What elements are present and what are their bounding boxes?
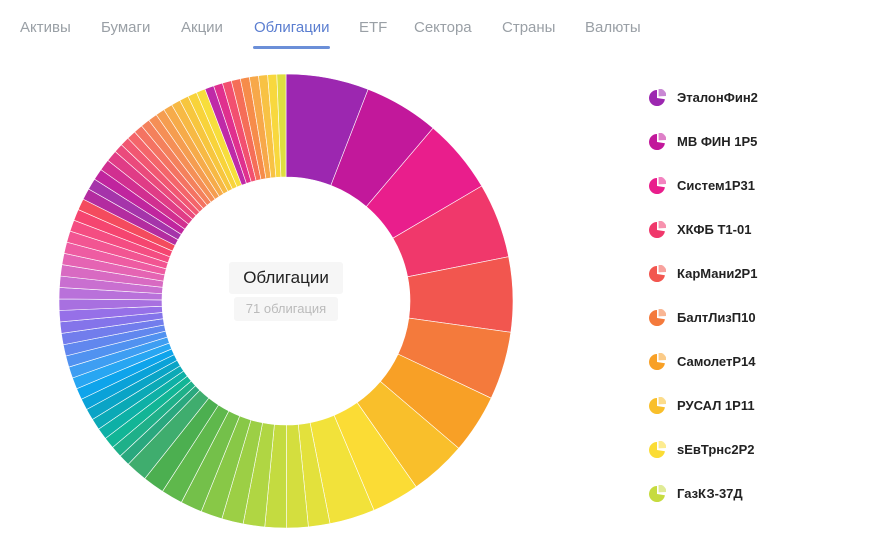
legend-label: sЕвТрнс2Р2: [677, 442, 755, 457]
pie-chart-icon: [649, 397, 666, 414]
legend-label: ГазКЗ-37Д: [677, 486, 743, 501]
pie-chart-icon: [649, 309, 666, 326]
legend-item[interactable]: ЭталонФин2: [648, 88, 868, 108]
chart-center-subtitle: 71 облигация: [234, 297, 338, 321]
legend-item[interactable]: ХКФБ Т1-01: [648, 220, 868, 240]
legend-label: ЭталонФин2: [677, 90, 758, 105]
legend-label: ХКФБ Т1-01: [677, 222, 752, 237]
legend-item[interactable]: БалтЛизП10: [648, 308, 868, 328]
legend-item[interactable]: РУСАЛ 1Р11: [648, 396, 868, 416]
legend-item[interactable]: ГазКЗ-37Д: [648, 484, 868, 504]
legend-item[interactable]: МВ ФИН 1Р5: [648, 132, 868, 152]
chart-center-title: Облигации: [229, 262, 343, 294]
pie-chart-icon: [649, 221, 666, 238]
legend-item[interactable]: СамолетР14: [648, 352, 868, 372]
legend-label: БалтЛизП10: [677, 310, 756, 325]
pie-chart-icon: [649, 177, 666, 194]
pie-chart-icon: [649, 89, 666, 106]
pie-chart-icon: [649, 133, 666, 150]
legend-label: КарМани2Р1: [677, 266, 758, 281]
pie-chart-icon: [649, 265, 666, 282]
legend-label: МВ ФИН 1Р5: [677, 134, 758, 149]
pie-chart-icon: [649, 485, 666, 502]
legend-label: Систем1Р31: [677, 178, 756, 193]
legend-item[interactable]: sЕвТрнс2Р2: [648, 440, 868, 460]
legend-item[interactable]: КарМани2Р1: [648, 264, 868, 284]
legend-item[interactable]: Систем1Р31: [648, 176, 868, 196]
legend-label: РУСАЛ 1Р11: [677, 398, 755, 413]
pie-chart-icon: [649, 353, 666, 370]
legend-label: СамолетР14: [677, 354, 756, 369]
pie-chart-icon: [649, 441, 666, 458]
